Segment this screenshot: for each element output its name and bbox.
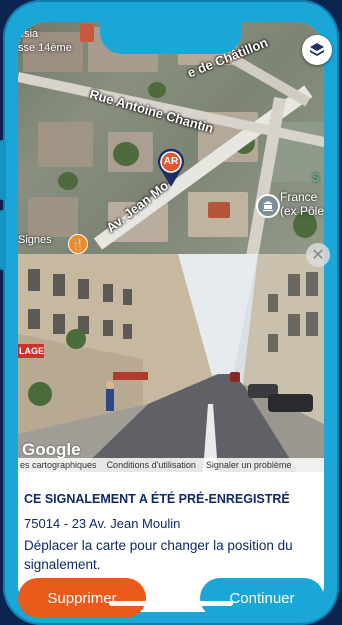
government-building-icon[interactable] (256, 194, 280, 218)
report-title: CE SIGNALEMENT A ÉTÉ PRÉ-ENREGISTRÉ (24, 492, 290, 506)
map-place-label: S (312, 172, 320, 184)
continue-button[interactable]: Continuer (200, 578, 324, 618)
map-roof (80, 24, 94, 42)
map-tree (58, 172, 78, 190)
screen: ésia sse 14ème e de Châtillon Rue Antoin… (18, 22, 324, 612)
street-view-footer: es cartographiques Conditions d'utilisat… (18, 458, 324, 472)
report-hint: Déplacer la carte pour changer la positi… (24, 538, 293, 572)
shop-sign: LAGE (19, 346, 45, 356)
map-place-label: Signes (18, 234, 52, 246)
satellite-map[interactable]: ésia sse 14ème e de Châtillon Rue Antoin… (18, 22, 324, 254)
side-button (0, 140, 6, 200)
map-place-label: (ex Pôle (280, 204, 324, 218)
home-indicator (109, 601, 233, 606)
map-block (38, 122, 93, 167)
restaurant-icon[interactable]: 🍴 (68, 234, 88, 254)
marker-label: AR (163, 156, 179, 167)
street-view[interactable]: LAGE Google es cartographiques Condition… (18, 254, 324, 472)
report-address: 75014 - 23 Av. Jean Moulin (24, 516, 181, 531)
map-tree (148, 82, 166, 98)
layers-button[interactable] (302, 35, 332, 65)
location-marker[interactable]: AR (156, 148, 186, 188)
map-data-link[interactable]: es cartographiques (20, 460, 97, 470)
report-problem-link[interactable]: Signaler un problème (206, 460, 292, 470)
side-button (0, 210, 6, 270)
close-street-view-button[interactable]: ✕ (306, 243, 330, 267)
map-place-label: sse 14ème (18, 42, 72, 54)
terms-link[interactable]: Conditions d'utilisation (107, 460, 196, 470)
phone-notch (100, 22, 242, 54)
map-place-label: ésia (18, 28, 39, 40)
layers-icon (310, 43, 324, 56)
google-logo: Google (22, 440, 81, 459)
delete-button[interactable]: Supprimer (18, 578, 146, 618)
map-tree (113, 142, 139, 166)
map-block (28, 197, 78, 237)
map-roof (208, 202, 230, 218)
map-place-label: France (280, 190, 318, 204)
close-icon: ✕ (311, 247, 325, 264)
